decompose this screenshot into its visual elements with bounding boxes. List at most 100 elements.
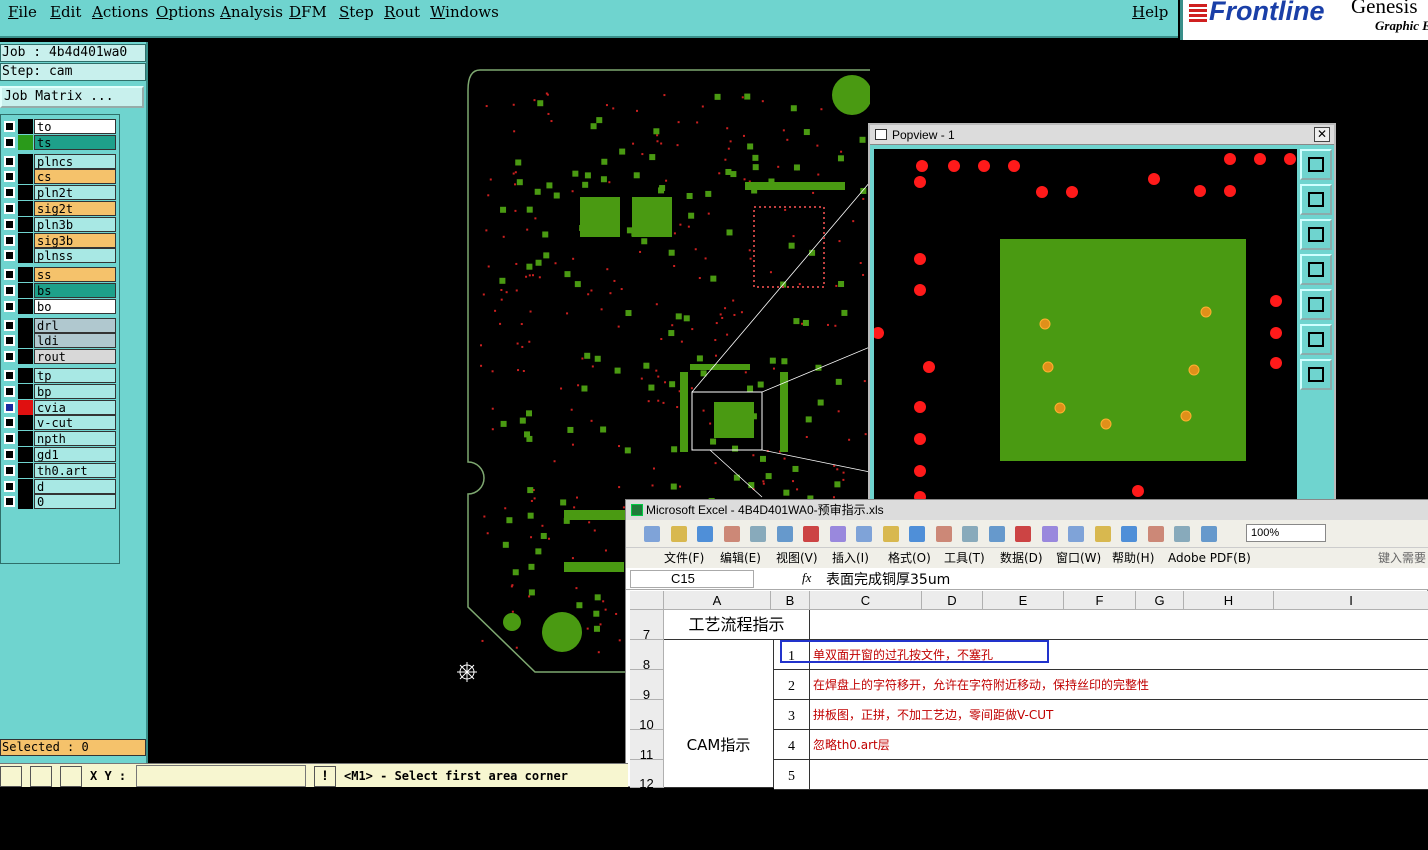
layer-checkbox[interactable] xyxy=(4,351,15,363)
layer-row-ldi[interactable]: ldi xyxy=(1,333,119,349)
toolbar-button-icon[interactable] xyxy=(1068,526,1084,542)
excel-titlebar[interactable]: Microsoft Excel - 4B4D401WA0-预审指示.xls xyxy=(626,500,1428,520)
item-text[interactable]: 忽略th0.art层 xyxy=(810,730,1428,760)
menu-rout[interactable]: Rout xyxy=(384,3,420,21)
row-header[interactable]: 9 xyxy=(630,670,664,702)
layer-checkbox[interactable] xyxy=(4,250,15,262)
layer-checkbox[interactable] xyxy=(4,203,15,214)
empty-cell[interactable] xyxy=(810,610,1428,640)
layer-row-bs[interactable]: bs xyxy=(1,283,119,298)
layer-row-plncs[interactable]: plncs xyxy=(1,153,119,169)
toolbar-button-icon[interactable] xyxy=(882,526,899,542)
formula-input[interactable]: 表面完成铜厚35um xyxy=(826,569,950,589)
toolbar-button-icon[interactable] xyxy=(829,526,846,542)
layer-row-bo[interactable]: bo xyxy=(1,298,119,314)
excel-menu-item[interactable]: Adobe PDF(B) xyxy=(1168,548,1251,568)
column-header[interactable]: I xyxy=(1274,591,1428,610)
column-header[interactable]: B xyxy=(771,591,810,610)
row-header[interactable]: 11 xyxy=(630,730,664,762)
column-header[interactable]: D xyxy=(922,591,983,610)
layer-row-gd1[interactable]: gd1 xyxy=(1,447,119,462)
grid-icon[interactable] xyxy=(60,766,82,787)
toolbar-button-icon[interactable] xyxy=(935,526,952,542)
toolbar-button-icon[interactable] xyxy=(1147,526,1164,542)
toolbar-button-icon[interactable] xyxy=(776,526,793,542)
layer-checkbox[interactable] xyxy=(4,417,15,429)
excel-menu-item[interactable]: 编辑(E) xyxy=(720,548,761,568)
row-header[interactable]: 12 xyxy=(630,760,664,791)
layer-row-npth[interactable]: npth xyxy=(1,431,119,447)
layer-row-ts[interactable]: ts xyxy=(1,134,119,150)
column-header[interactable]: C xyxy=(810,591,922,610)
layer-checkbox[interactable] xyxy=(4,370,15,381)
center-icon[interactable] xyxy=(1300,359,1332,390)
excel-menu-item[interactable]: 数据(D) xyxy=(1000,548,1043,568)
layer-checkbox[interactable] xyxy=(4,136,15,148)
section-title-process[interactable]: 工艺流程指示 xyxy=(664,610,810,640)
toolbar-button-icon[interactable] xyxy=(803,526,819,542)
layer-row-cvia[interactable]: cvia xyxy=(1,399,119,415)
toolbar-button-icon[interactable] xyxy=(1094,526,1111,542)
toolbar-button-icon[interactable] xyxy=(1015,526,1031,542)
toolbar-button-icon[interactable] xyxy=(1041,526,1058,542)
layer-row-0[interactable]: 0 xyxy=(1,494,119,510)
popview-close-button[interactable]: ✕ xyxy=(1314,127,1330,142)
layer-checkbox[interactable] xyxy=(4,155,15,167)
select-all-corner[interactable] xyxy=(630,591,664,610)
column-header[interactable]: G xyxy=(1136,591,1184,610)
menu-actions[interactable]: Actions xyxy=(92,3,148,21)
layer-checkbox[interactable] xyxy=(4,319,15,331)
layer-row-th0.art[interactable]: th0.art xyxy=(1,462,119,478)
menu-step[interactable]: Step xyxy=(339,3,374,21)
toolbar-button-icon[interactable] xyxy=(1174,526,1190,542)
row-header[interactable]: 7 xyxy=(630,610,664,642)
layer-row-drl[interactable]: drl xyxy=(1,317,119,333)
xy-input[interactable] xyxy=(136,765,306,787)
excel-menu-item[interactable]: 格式(O) xyxy=(888,548,931,568)
toolbar-button-icon[interactable] xyxy=(723,526,740,542)
toolbar-button-icon[interactable] xyxy=(644,526,660,542)
expand-icon[interactable] xyxy=(1300,324,1332,355)
layer-checkbox[interactable] xyxy=(4,496,15,508)
layer-row-pln2t[interactable]: pln2t xyxy=(1,185,119,201)
item-number[interactable]: 3 xyxy=(774,700,810,730)
toolbar-button-icon[interactable] xyxy=(988,526,1005,542)
toolbar-button-icon[interactable] xyxy=(909,526,925,542)
layer-row-bp[interactable]: bp xyxy=(1,383,119,399)
layer-row-plnss[interactable]: plnss xyxy=(1,248,119,264)
layer-row-sig3b[interactable]: sig3b xyxy=(1,232,119,248)
column-header[interactable]: E xyxy=(983,591,1064,610)
zoom-select[interactable]: 100% xyxy=(1246,524,1326,542)
zoom-fit-icon[interactable] xyxy=(1300,149,1332,180)
item-number[interactable]: 2 xyxy=(774,670,810,700)
excel-menu-item[interactable]: 帮助(H) xyxy=(1112,548,1154,568)
layer-checkbox[interactable] xyxy=(4,433,15,445)
row-header[interactable]: 10 xyxy=(630,700,664,732)
toolbar-button-icon[interactable] xyxy=(1200,526,1217,542)
menu-options[interactable]: Options xyxy=(156,3,215,21)
layer-row-v-cut[interactable]: v-cut xyxy=(1,415,119,431)
layer-checkbox[interactable] xyxy=(4,121,15,132)
layer-row-ss[interactable]: ss xyxy=(1,267,119,283)
move-left-icon[interactable] xyxy=(1300,254,1332,285)
layer-row-pln3b[interactable]: pln3b xyxy=(1,216,119,232)
excel-menu-item[interactable]: 插入(I) xyxy=(832,548,869,568)
item-text[interactable]: 拼板图，正拼，不加工艺边，零间距做V-CUT xyxy=(810,700,1428,730)
popview-titlebar[interactable]: Popview - 1 ✕ xyxy=(870,125,1334,145)
layer-checkbox[interactable] xyxy=(4,480,15,492)
menu-edit[interactable]: Edit xyxy=(50,3,81,21)
menu-dfm[interactable]: DFM xyxy=(289,3,327,21)
item-text[interactable]: 在焊盘上的字符移开，允许在字符附近移动，保持丝印的完整性 xyxy=(810,670,1428,700)
zoom-in-icon[interactable] xyxy=(1300,184,1332,215)
layer-row-tp[interactable]: tp xyxy=(1,368,119,383)
toolbar-button-icon[interactable] xyxy=(962,526,978,542)
layer-checkbox[interactable] xyxy=(4,385,15,397)
layer-row-rout[interactable]: rout xyxy=(1,349,119,365)
name-box[interactable]: C15 xyxy=(630,570,754,588)
move-right-icon[interactable] xyxy=(1300,289,1332,320)
menu-windows[interactable]: Windows xyxy=(430,3,499,21)
snap-icon[interactable] xyxy=(0,766,22,787)
measure-icon[interactable] xyxy=(30,766,52,787)
layer-checkbox[interactable] xyxy=(4,285,15,296)
layer-checkbox[interactable] xyxy=(4,464,15,476)
